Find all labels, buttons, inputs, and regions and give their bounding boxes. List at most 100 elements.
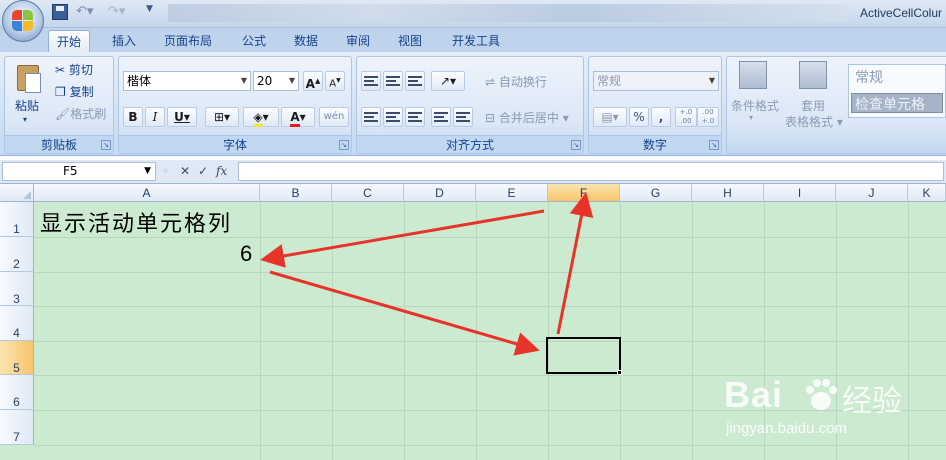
col-header-d[interactable]: D (404, 184, 476, 202)
format-as-table-label-1[interactable]: 套用 (801, 97, 825, 114)
col-header-h[interactable]: H (692, 184, 764, 202)
tab-home[interactable]: 开始 (48, 30, 91, 52)
wrap-text-button[interactable]: ⇌ 自动换行 (485, 73, 547, 90)
tab-insert[interactable]: 插入 (104, 30, 144, 52)
redo-icon[interactable]: ↷▾ (108, 4, 134, 22)
grid-line (34, 341, 946, 342)
align-middle-button[interactable] (383, 71, 403, 91)
font-name-combo[interactable]: 楷体 ▼ (123, 71, 251, 91)
paste-label[interactable]: 粘贴 (15, 97, 39, 114)
align-right-button[interactable] (405, 107, 425, 127)
row-header-7[interactable]: 7 (0, 410, 34, 445)
cell-a1[interactable]: 显示活动单元格列 (40, 206, 232, 238)
number-launcher-icon[interactable]: ↘ (709, 140, 719, 150)
name-box[interactable]: F5 ▼ (2, 162, 156, 181)
accounting-format-button[interactable]: ▤▾ (593, 107, 627, 127)
col-header-a[interactable]: A (34, 184, 260, 202)
clipboard-group-label: 剪贴板 (5, 135, 113, 153)
increase-indent-button[interactable] (453, 107, 473, 127)
format-painter-button[interactable]: 🖌格式刷 (55, 105, 106, 122)
number-group: 常规 ▼ ▤▾ % , +.0 .00 .00 +.0 数字 ↘ (588, 56, 722, 154)
align-top-button[interactable] (361, 71, 381, 91)
tab-view[interactable]: 视图 (390, 30, 430, 52)
align-left-button[interactable] (361, 107, 381, 127)
font-color-icon: A (290, 110, 300, 127)
row-header-1[interactable]: 1 (0, 202, 34, 237)
cell-styles-gallery[interactable]: 常规 检查单元格 (848, 64, 946, 118)
paste-icon[interactable] (15, 61, 43, 93)
borders-button[interactable]: ⊞▾ (205, 107, 239, 127)
col-header-c[interactable]: C (332, 184, 404, 202)
col-header-b[interactable]: B (260, 184, 332, 202)
insert-function-icon[interactable]: fx (216, 162, 227, 181)
conditional-format-label[interactable]: 条件格式 (731, 97, 779, 114)
increase-decimal-button[interactable]: +.0 .00 (675, 107, 697, 127)
fill-handle[interactable] (617, 370, 622, 375)
number-format-combo[interactable]: 常规 ▼ (593, 71, 719, 91)
col-header-k[interactable]: K (908, 184, 946, 202)
percent-button[interactable]: % (629, 107, 649, 127)
tab-formulas[interactable]: 公式 (234, 30, 274, 52)
copy-button[interactable]: ❐ 复制 (55, 83, 94, 100)
paste-dropdown-icon[interactable]: ▾ (23, 115, 27, 124)
font-color-button[interactable]: A▾ (281, 107, 315, 127)
grow-font-button[interactable]: A▲ (303, 71, 323, 91)
font-launcher-icon[interactable]: ↘ (339, 140, 349, 150)
select-all-corner[interactable] (0, 184, 34, 202)
col-header-i[interactable]: I (764, 184, 836, 202)
cancel-icon[interactable]: ✕ (180, 162, 190, 181)
col-header-e[interactable]: E (476, 184, 548, 202)
customize-toolbar-icon[interactable]: ▼ (146, 4, 156, 22)
merge-center-label: 合并后居中 (498, 111, 559, 125)
italic-button[interactable]: I (145, 107, 165, 127)
font-size-combo[interactable]: 20 ▼ (253, 71, 299, 91)
merge-center-button[interactable]: ⊟ 合并后居中 ▾ (485, 109, 569, 126)
row-header-3[interactable]: 3 (0, 272, 34, 306)
undo-icon[interactable]: ↶▾ (76, 4, 102, 22)
conditional-format-dropdown-icon[interactable]: ▾ (749, 113, 753, 122)
style-normal[interactable]: 常规 (855, 67, 883, 87)
row-header-2[interactable]: 2 (0, 237, 34, 272)
orientation-button[interactable]: ↗▾ (431, 71, 465, 91)
col-header-j[interactable]: J (836, 184, 908, 202)
col-header-g[interactable]: G (620, 184, 692, 202)
row-header-6[interactable]: 6 (0, 375, 34, 410)
format-as-table-label-2[interactable]: 表格格式 ▾ (785, 113, 843, 130)
format-as-table-icon[interactable] (799, 61, 827, 89)
grid-line (332, 202, 333, 460)
row-header-5[interactable]: 5 (0, 341, 34, 375)
tab-review[interactable]: 审阅 (338, 30, 378, 52)
conditional-format-icon[interactable] (739, 61, 767, 89)
col-header-f[interactable]: F (548, 184, 620, 202)
title-bar: ↶▾ ↷▾ ▼ ActiveCellColur (0, 0, 946, 28)
shrink-font-button[interactable]: A▼ (325, 71, 345, 91)
bold-button[interactable]: B (123, 107, 143, 127)
decrease-decimal-button[interactable]: .00 +.0 (697, 107, 719, 127)
row-header-4[interactable]: 4 (0, 306, 34, 341)
fill-color-button[interactable]: ◈▾ (243, 107, 279, 127)
font-name-value: 楷体 (127, 74, 152, 88)
tab-data[interactable]: 数据 (286, 30, 326, 52)
underline-button[interactable]: U▾ (167, 107, 197, 127)
style-check-cell[interactable]: 检查单元格 (851, 93, 943, 113)
save-icon[interactable] (52, 4, 68, 20)
formula-input[interactable] (238, 162, 944, 181)
enter-check-icon[interactable]: ✓ (198, 162, 208, 181)
tab-page-layout[interactable]: 页面布局 (156, 30, 220, 52)
cut-button[interactable]: ✂ 剪切 (55, 61, 93, 78)
active-cell-f5[interactable] (546, 337, 621, 374)
align-center-button[interactable] (383, 107, 403, 127)
align-center-icon (386, 112, 400, 122)
alignment-launcher-icon[interactable]: ↘ (571, 140, 581, 150)
formula-buttons: ◦ ✕ ✓ fx (160, 162, 234, 181)
tab-developer[interactable]: 开发工具 (444, 30, 508, 52)
cell-a2[interactable]: 6 (240, 241, 252, 267)
grid-line (260, 202, 261, 460)
comma-button[interactable]: , (651, 107, 671, 127)
office-button[interactable] (2, 0, 44, 42)
expand-handle-icon[interactable]: ◦ (162, 162, 169, 181)
decrease-indent-button[interactable] (431, 107, 451, 127)
clipboard-launcher-icon[interactable]: ↘ (101, 140, 111, 150)
phonetic-button[interactable]: wén (319, 107, 349, 127)
align-bottom-button[interactable] (405, 71, 425, 91)
